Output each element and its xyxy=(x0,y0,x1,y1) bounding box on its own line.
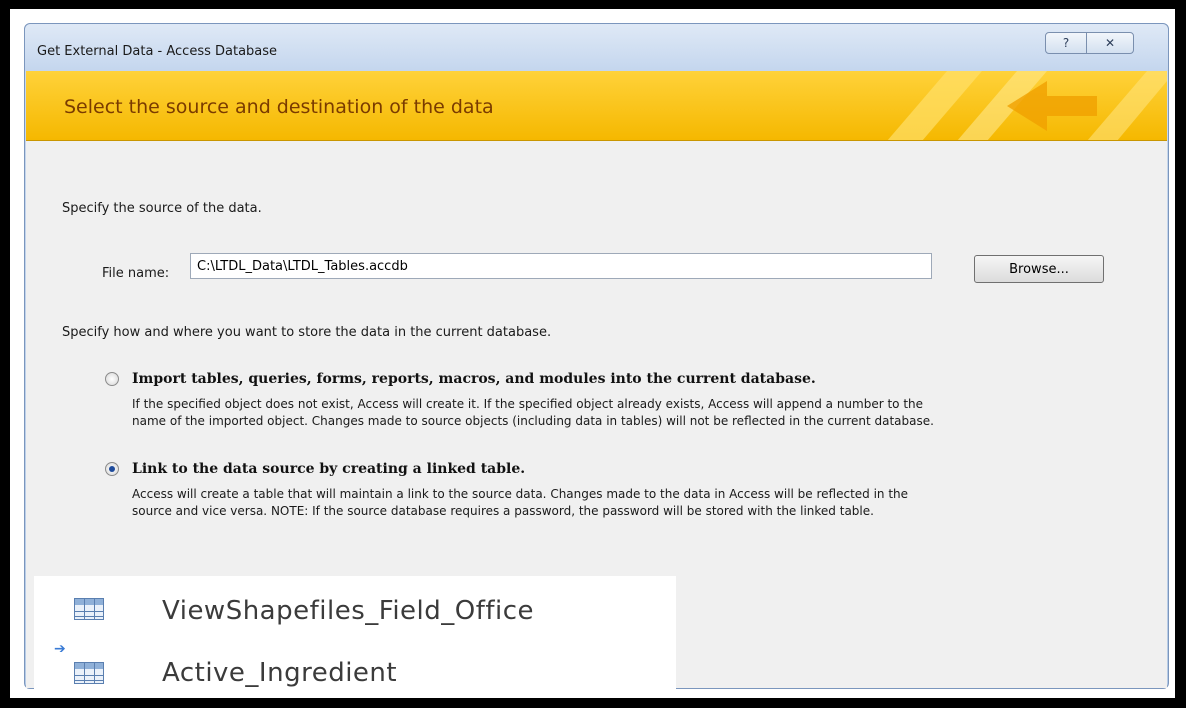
file-name-input[interactable] xyxy=(190,253,932,279)
table-item-active-ingredient[interactable]: Active_Ingredient xyxy=(162,658,397,688)
table-item-viewshapefiles-field-office[interactable]: ViewShapefiles_Field_Office xyxy=(162,596,534,626)
table-icon xyxy=(74,598,104,620)
link-radio[interactable] xyxy=(105,462,119,476)
header-banner: Select the source and destination of the… xyxy=(26,71,1167,141)
link-option-desc-line1: Access will create a table that will mai… xyxy=(132,487,909,501)
title-bar: Get External Data - Access Database ? ✕ xyxy=(25,24,1168,71)
close-icon: ✕ xyxy=(1104,36,1116,50)
link-option-title[interactable]: Link to the data source by creating a li… xyxy=(132,461,525,477)
close-button[interactable]: ✕ xyxy=(1086,32,1134,54)
storage-prompt: Specify how and where you want to store … xyxy=(62,325,552,340)
file-name-label: File name: xyxy=(102,266,170,281)
import-option-title[interactable]: Import tables, queries, forms, reports, … xyxy=(132,371,816,387)
source-prompt: Specify the source of the data. xyxy=(62,201,262,216)
navigation-pane-excerpt: ViewShapefiles_Field_Office ➔ Active_Ing… xyxy=(34,576,676,698)
screenshot-frame: Get External Data - Access Database ? ✕ … xyxy=(8,7,1177,700)
import-option-desc-line2: name of the imported object. Changes mad… xyxy=(132,414,934,428)
window-title: Get External Data - Access Database xyxy=(37,44,278,59)
import-option-desc-line1: If the specified object does not exist, … xyxy=(132,397,924,411)
import-radio[interactable] xyxy=(105,372,119,386)
help-button[interactable]: ? xyxy=(1045,32,1087,54)
browse-button[interactable]: Browse... xyxy=(974,255,1104,283)
linked-table-icon xyxy=(74,662,104,684)
banner-title: Select the source and destination of the… xyxy=(64,96,494,118)
banner-decoration-icon xyxy=(887,71,1167,140)
help-icon: ? xyxy=(1062,36,1070,50)
link-arrow-icon: ➔ xyxy=(54,641,66,657)
browse-button-label: Browse... xyxy=(1009,261,1069,277)
link-option-desc-line2: source and vice versa. NOTE: If the sour… xyxy=(132,504,874,518)
